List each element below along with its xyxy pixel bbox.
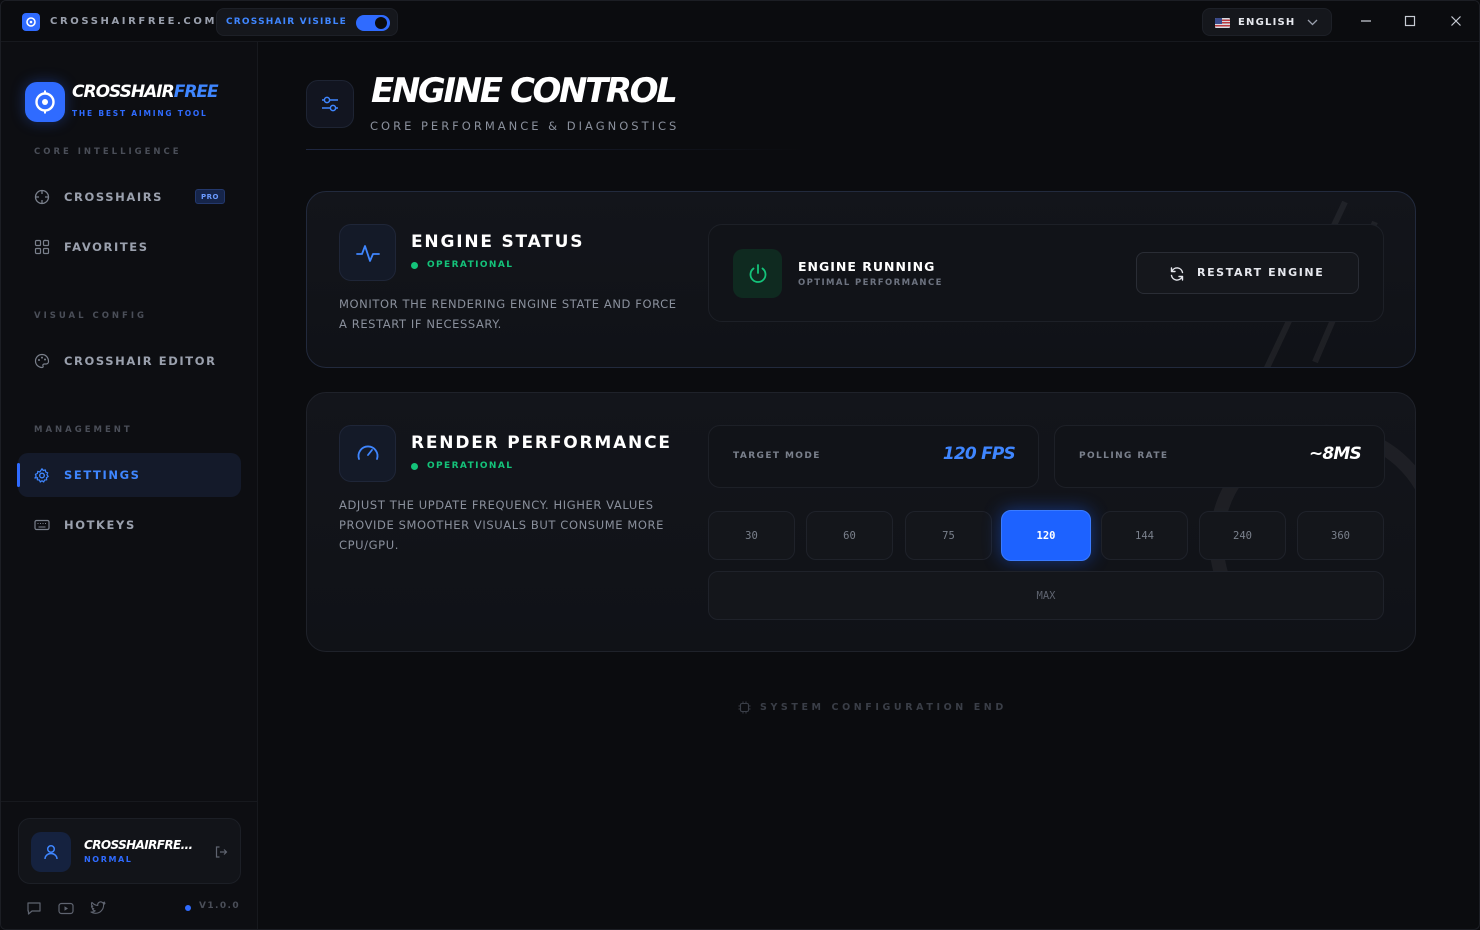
- pro-badge: PRO: [195, 189, 225, 204]
- keyboard-icon: [34, 517, 50, 533]
- gear-icon: [34, 467, 50, 483]
- chat-icon: [27, 901, 41, 915]
- brand-logo-icon: [25, 82, 65, 122]
- chip-icon: [738, 701, 751, 714]
- brand-name: CROSSHAIRFREE: [72, 82, 219, 102]
- language-label: ENGLISH: [1238, 17, 1296, 28]
- render-performance-status: OPERATIONAL: [427, 461, 514, 471]
- polling-rate-panel: POLLING RATE ~8MS: [1054, 425, 1385, 488]
- user-role: NORMAL: [84, 855, 133, 864]
- chevron-down-icon: [1307, 14, 1318, 33]
- restart-engine-button[interactable]: RESTART ENGINE: [1136, 252, 1359, 294]
- language-selector[interactable]: ENGLISH: [1202, 8, 1332, 36]
- sliders-icon: [306, 80, 354, 128]
- sidebar: CROSSHAIRFREE THE BEST AIMING TOOL CORE …: [1, 42, 258, 929]
- section-label-visual: VISUAL CONFIG: [34, 311, 147, 321]
- sidebar-item-label: FAVORITES: [64, 240, 149, 254]
- close-icon: [1451, 16, 1461, 26]
- render-performance-title: RENDER PERFORMANCE: [411, 433, 672, 453]
- page-title: ENGINE CONTROL: [371, 71, 678, 111]
- section-label-core: CORE INTELLIGENCE: [34, 147, 182, 157]
- twitter-button[interactable]: [89, 900, 107, 916]
- target-mode-value: 120 FPS: [942, 444, 1016, 464]
- activity-icon: [339, 224, 396, 281]
- user-name: CROSSHAIRFRE...: [84, 838, 193, 852]
- user-card[interactable]: CROSSHAIRFRE... NORMAL: [18, 818, 241, 884]
- brand-tagline: THE BEST AIMING TOOL: [72, 109, 208, 118]
- logout-button[interactable]: [213, 844, 229, 860]
- target-mode-panel: TARGET MODE 120 FPS: [708, 425, 1039, 488]
- minimize-icon: [1361, 20, 1371, 22]
- section-label-management: MANAGEMENT: [34, 425, 133, 435]
- twitter-icon: [90, 901, 106, 914]
- avatar: [31, 832, 71, 872]
- brand-name-main: CROSSHAIR: [72, 82, 175, 102]
- status-dot: [411, 262, 418, 269]
- title-bar: CROSSHAIRFREE.COM CROSSHAIR VISIBLE ENGL…: [1, 1, 1479, 42]
- crosshair-visible-switch[interactable]: [356, 15, 390, 31]
- youtube-icon: [58, 902, 74, 914]
- crosshair-icon: [34, 189, 50, 205]
- maximize-icon: [1404, 15, 1416, 27]
- crosshair-visible-toggle[interactable]: CROSSHAIR VISIBLE: [216, 8, 398, 36]
- palette-icon: [34, 353, 50, 369]
- render-performance-description: ADJUST THE UPDATE FREQUENCY. HIGHER VALU…: [339, 498, 664, 552]
- site-name: CROSSHAIRFREE.COM: [50, 16, 218, 27]
- fps-option-button[interactable]: 360: [1297, 511, 1384, 560]
- render-performance-card: RENDER PERFORMANCE OPERATIONAL ADJUST TH…: [306, 392, 1416, 652]
- engine-status-title: ENGINE STATUS: [411, 232, 585, 252]
- app-window: CROSSHAIRFREE.COM CROSSHAIR VISIBLE ENGL…: [0, 0, 1480, 930]
- target-mode-label: TARGET MODE: [733, 451, 821, 461]
- header-divider: [306, 149, 806, 150]
- fps-max-button[interactable]: MAX: [708, 571, 1384, 620]
- status-dot: [411, 463, 418, 470]
- brand-name-accent: FREE: [173, 82, 219, 102]
- close-button[interactable]: [1446, 11, 1466, 31]
- fps-option-button[interactable]: 30: [708, 511, 795, 560]
- polling-rate-value: ~8MS: [1308, 444, 1362, 464]
- app-logo-icon: [22, 13, 40, 31]
- youtube-button[interactable]: [57, 900, 75, 916]
- sidebar-item-label: CROSSHAIR EDITOR: [64, 354, 217, 368]
- grid-icon: [34, 239, 50, 255]
- crosshair-visible-label: CROSSHAIR VISIBLE: [226, 17, 347, 27]
- user-icon: [44, 844, 58, 860]
- engine-state-panel: ENGINE RUNNING OPTIMAL PERFORMANCE RESTA…: [708, 224, 1384, 322]
- power-icon: [733, 249, 782, 298]
- refresh-icon: [1169, 266, 1185, 282]
- minimize-button[interactable]: [1356, 11, 1376, 31]
- sidebar-item-favorites[interactable]: FAVORITES: [18, 225, 241, 269]
- page-subtitle: CORE PERFORMANCE & DIAGNOSTICS: [370, 119, 680, 133]
- sidebar-item-label: CROSSHAIRS: [64, 190, 164, 204]
- sidebar-item-hotkeys[interactable]: HOTKEYS: [18, 503, 241, 547]
- gauge-icon: [339, 425, 396, 482]
- discord-button[interactable]: [25, 900, 43, 916]
- engine-status-description: MONITOR THE RENDERING ENGINE STATE AND F…: [339, 297, 677, 331]
- restart-engine-label: RESTART ENGINE: [1197, 266, 1325, 279]
- polling-rate-label: POLLING RATE: [1079, 451, 1169, 461]
- app-version: V1.0.0: [199, 901, 240, 911]
- sidebar-item-crosshairs[interactable]: CROSSHAIRS PRO: [18, 175, 241, 219]
- sidebar-item-label: SETTINGS: [64, 468, 141, 482]
- sidebar-item-settings[interactable]: SETTINGS: [17, 453, 241, 497]
- maximize-button[interactable]: [1400, 11, 1420, 31]
- engine-state-subtitle: OPTIMAL PERFORMANCE: [798, 278, 943, 288]
- fps-option-button[interactable]: 60: [806, 511, 893, 560]
- fps-option-button[interactable]: 240: [1199, 511, 1286, 560]
- engine-status-badge: OPERATIONAL: [427, 260, 514, 270]
- engine-state-title: ENGINE RUNNING: [798, 259, 936, 274]
- us-flag-icon: [1215, 18, 1230, 28]
- engine-status-card: ENGINE STATUS OPERATIONAL MONITOR THE RE…: [306, 191, 1416, 368]
- fps-option-button[interactable]: 75: [905, 511, 992, 560]
- sidebar-item-label: HOTKEYS: [64, 518, 136, 532]
- fps-option-button-selected[interactable]: 120: [1001, 510, 1091, 561]
- sidebar-item-crosshair-editor[interactable]: CROSSHAIR EDITOR: [18, 339, 241, 383]
- version-status-dot: [185, 905, 191, 911]
- logout-icon: [215, 846, 228, 858]
- sidebar-divider: [1, 801, 257, 802]
- fps-option-button[interactable]: 144: [1101, 511, 1188, 560]
- system-configuration-end: SYSTEM CONFIGURATION END: [760, 702, 1007, 713]
